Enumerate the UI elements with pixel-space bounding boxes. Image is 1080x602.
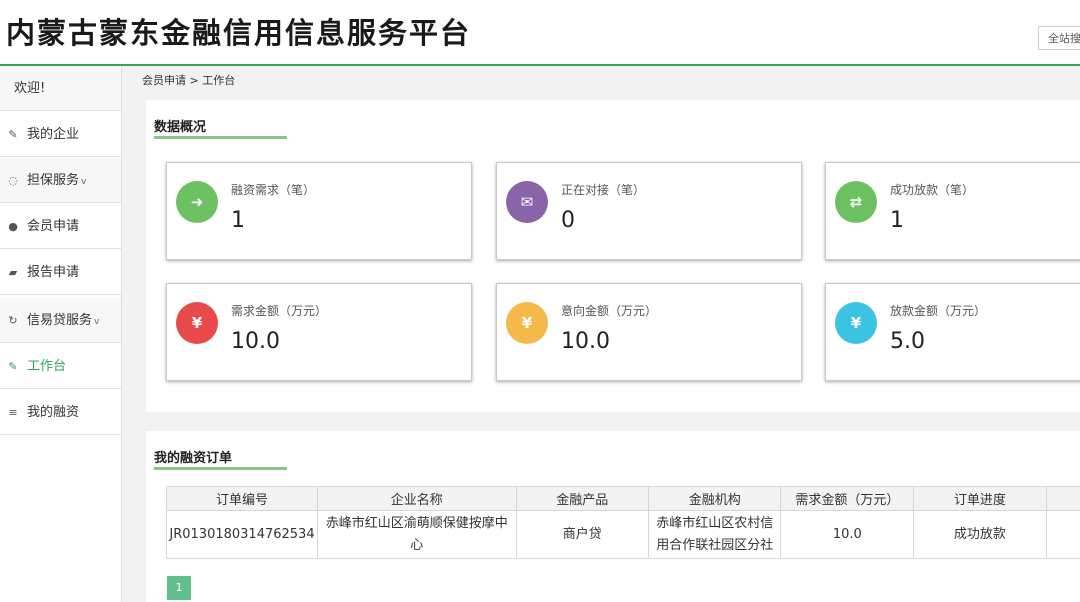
- institution-cell: 赤峰市红山区农村信用合作联社园区分社: [648, 510, 782, 559]
- header: 内蒙古蒙东金融信用信息服务平台 全站搜索: [0, 0, 1080, 66]
- progress-cell: 成功放款: [913, 510, 1047, 559]
- column-header-extra: [1045, 486, 1080, 511]
- stat-card-docking: ✉ 正在对接（笔） 0: [496, 162, 802, 260]
- sidebar-item-workbench[interactable]: ✎ 工作台: [0, 344, 121, 389]
- site-title: 内蒙古蒙东金融信用信息服务平台: [6, 16, 472, 50]
- stat-value: 10.0: [231, 329, 280, 354]
- stat-label: 放款金额（万元）: [890, 304, 987, 318]
- column-header: 金融产品: [515, 486, 650, 511]
- stat-value: 5.0: [890, 329, 925, 354]
- order-id-cell: JR0130180314762534: [166, 510, 318, 559]
- stat-card-loan-success: ⇄ 成功放款（笔） 1: [825, 162, 1080, 260]
- stat-label: 融资需求（笔）: [231, 183, 316, 197]
- title-underline: [154, 136, 287, 139]
- edit-icon: ✎: [8, 128, 18, 141]
- sidebar-item-label: 会员申请: [27, 219, 80, 234]
- breadcrumb: 会员申请 > 工作台: [142, 74, 236, 87]
- chevron-down-icon: v: [94, 317, 100, 327]
- table-header-row: 订单编号 企业名称 金融产品 金融机构 需求金额（万元） 订单进度: [166, 486, 1080, 511]
- stat-label: 意向金额（万元）: [561, 304, 658, 318]
- column-header: 金融机构: [648, 486, 782, 511]
- sidebar-item-member-apply[interactable]: ● 会员申请: [0, 204, 121, 249]
- extra-cell: [1045, 510, 1080, 559]
- company-name-cell: 赤峰市红山区渝萌顺保健按摩中心: [316, 510, 517, 559]
- sidebar-item-my-financing[interactable]: ≡ 我的融资: [0, 390, 121, 435]
- pagination-page-1[interactable]: 1: [167, 576, 191, 600]
- title-underline: [154, 467, 287, 470]
- yen-icon: ¥: [835, 302, 877, 344]
- envelope-icon: ✉: [506, 181, 548, 223]
- overview-title: 数据概况: [154, 120, 207, 135]
- column-header: 需求金额（万元）: [780, 486, 915, 511]
- user-icon: ●: [8, 220, 18, 233]
- stat-label: 正在对接（笔）: [561, 183, 646, 197]
- overview-panel: 数据概况 ➜ 融资需求（笔） 1 ✉ 正在对接（笔） 0 ⇄ 成功放款（笔） 1…: [146, 100, 1080, 412]
- sidebar-item-report-apply[interactable]: ▰ 报告申请: [0, 250, 121, 295]
- sidebar-item-label: 我的企业: [27, 127, 80, 142]
- stat-value: 1: [231, 208, 245, 233]
- stat-value: 10.0: [561, 329, 610, 354]
- book-icon: ▰: [8, 266, 18, 279]
- chevron-down-icon: v: [81, 177, 87, 187]
- stat-card-financing-demand: ➜ 融资需求（笔） 1: [166, 162, 472, 260]
- stat-value: 1: [890, 208, 904, 233]
- orders-title: 我的融资订单: [154, 451, 233, 466]
- sidebar-item-label: 信易贷服务: [27, 313, 93, 328]
- yen-icon: ¥: [506, 302, 548, 344]
- stat-label: 成功放款（笔）: [890, 183, 975, 197]
- column-header: 企业名称: [316, 486, 517, 511]
- stat-value: 0: [561, 208, 575, 233]
- amount-cell: 10.0: [780, 510, 915, 559]
- column-header: 订单进度: [913, 486, 1047, 511]
- table-row: JR0130180314762534 赤峰市红山区渝萌顺保健按摩中心 商户贷 赤…: [166, 510, 1080, 559]
- sidebar-item-label: 我的融资: [27, 405, 80, 420]
- edit-icon: ✎: [8, 360, 18, 373]
- column-header: 订单编号: [166, 486, 318, 511]
- sign-in-icon: ➜: [176, 181, 218, 223]
- sidebar-item-label: 担保服务: [27, 173, 80, 188]
- product-cell: 商户贷: [515, 510, 650, 559]
- sidebar-item-label: 工作台: [27, 359, 67, 374]
- orders-table: 订单编号 企业名称 金融产品 金融机构 需求金额（万元） 订单进度 JR0130…: [166, 486, 1080, 559]
- sidebar-item-my-enterprise[interactable]: ✎ 我的企业: [0, 112, 121, 157]
- stat-label: 需求金额（万元）: [231, 304, 328, 318]
- retweet-icon: ⇄: [835, 181, 877, 223]
- database-icon: ≡: [8, 406, 18, 419]
- site-search-button[interactable]: 全站搜索: [1038, 26, 1080, 50]
- yen-icon: ¥: [176, 302, 218, 344]
- stat-card-loan-amount: ¥ 放款金额（万元） 5.0: [825, 283, 1080, 381]
- sidebar-group-credit-loan[interactable]: ↻ 信易贷服务 v: [0, 298, 121, 343]
- stat-card-demand-amount: ¥ 需求金额（万元） 10.0: [166, 283, 472, 381]
- refresh-icon: ↻: [8, 314, 18, 327]
- sidebar-group-guarantee[interactable]: ◌ 担保服务 v: [0, 158, 121, 203]
- sidebar: 欢迎! ✎ 我的企业 ◌ 担保服务 v ● 会员申请 ▰ 报告申请 ↻ 信易贷服务 v ✎ 工作…: [0, 66, 122, 602]
- stat-card-intent-amount: ¥ 意向金额（万元） 10.0: [496, 283, 802, 381]
- sidebar-item-label: 报告申请: [27, 265, 80, 280]
- welcome-text: 欢迎!: [0, 66, 121, 111]
- orders-panel: 我的融资订单 订单编号 企业名称 金融产品 金融机构 需求金额（万元） 订单进度…: [146, 431, 1080, 602]
- shield-icon: ◌: [8, 174, 18, 187]
